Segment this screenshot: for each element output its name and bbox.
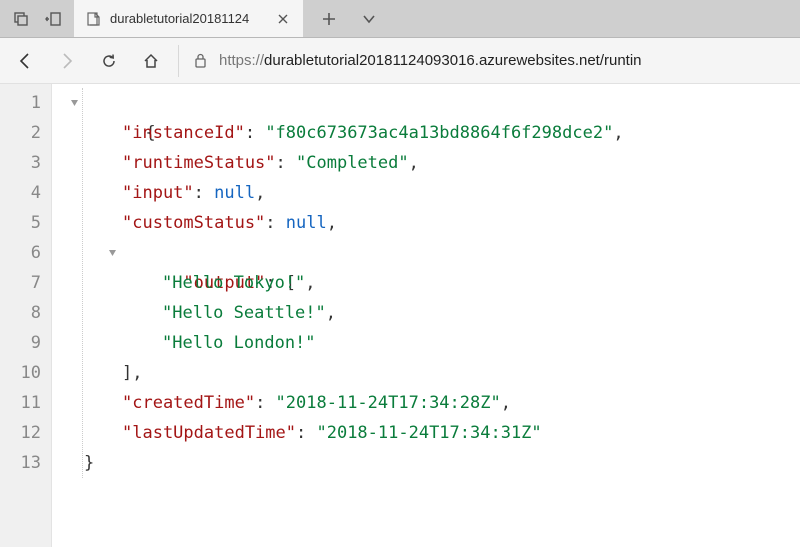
line-number: 8: [0, 298, 41, 328]
set-aside-tabs-icon[interactable]: [38, 4, 68, 34]
browser-tab[interactable]: durabletutorial20181124: [74, 0, 304, 37]
tab-actions-icon[interactable]: [6, 4, 36, 34]
json-line: {: [62, 88, 800, 118]
line-number: 11: [0, 388, 41, 418]
json-line: "Hello Tokyo!",: [62, 268, 800, 298]
nav-bar: https://durabletutorial20181124093016.az…: [0, 38, 800, 84]
json-line: "instanceId": "f80c673673ac4a13bd8864f6f…: [62, 118, 800, 148]
json-line: "createdTime": "2018-11-24T17:34:28Z",: [62, 388, 800, 418]
code-area[interactable]: { "instanceId": "f80c673673ac4a13bd8864f…: [52, 84, 800, 547]
line-number: 2: [0, 118, 41, 148]
json-line: "Hello London!": [62, 328, 800, 358]
json-viewer: 1 2 3 4 5 6 7 8 9 10 11 12 13 { "instanc…: [0, 84, 800, 547]
lock-icon[interactable]: [191, 52, 209, 70]
home-button[interactable]: [136, 46, 166, 76]
line-number: 10: [0, 358, 41, 388]
refresh-button[interactable]: [94, 46, 124, 76]
window-controls: [0, 0, 74, 37]
json-line: "Hello Seattle!",: [62, 298, 800, 328]
address-bar[interactable]: https://durabletutorial20181124093016.az…: [178, 45, 790, 77]
json-line: "input": null,: [62, 178, 800, 208]
url-scheme: https://: [219, 52, 264, 69]
title-bar: durabletutorial20181124: [0, 0, 800, 38]
back-button[interactable]: [10, 46, 40, 76]
line-number: 7: [0, 268, 41, 298]
url-text: https://durabletutorial20181124093016.az…: [219, 52, 642, 69]
line-number: 13: [0, 448, 41, 478]
line-number-gutter: 1 2 3 4 5 6 7 8 9 10 11 12 13: [0, 84, 52, 547]
new-tab-button[interactable]: [312, 4, 346, 34]
tab-title: durabletutorial20181124: [110, 11, 265, 26]
line-number: 9: [0, 328, 41, 358]
close-tab-button[interactable]: [273, 9, 293, 29]
json-line: ],: [62, 358, 800, 388]
line-number: 12: [0, 418, 41, 448]
line-number: 5: [0, 208, 41, 238]
page-favicon-icon: [86, 11, 102, 27]
line-number: 6: [0, 238, 41, 268]
fold-caret-icon[interactable]: [106, 247, 118, 259]
line-number: 1: [0, 88, 41, 118]
json-line: "runtimeStatus": "Completed",: [62, 148, 800, 178]
url-host-path: durabletutorial20181124093016.azurewebsi…: [264, 52, 642, 69]
json-line: "customStatus": null,: [62, 208, 800, 238]
tab-preview-button[interactable]: [352, 4, 386, 34]
tab-strip-actions: [304, 0, 394, 37]
json-line: }: [62, 448, 800, 478]
forward-button[interactable]: [52, 46, 82, 76]
line-number: 4: [0, 178, 41, 208]
fold-caret-icon[interactable]: [68, 97, 80, 109]
json-line: "output": [: [62, 238, 800, 268]
json-line: "lastUpdatedTime": "2018-11-24T17:34:31Z…: [62, 418, 800, 448]
line-number: 3: [0, 148, 41, 178]
